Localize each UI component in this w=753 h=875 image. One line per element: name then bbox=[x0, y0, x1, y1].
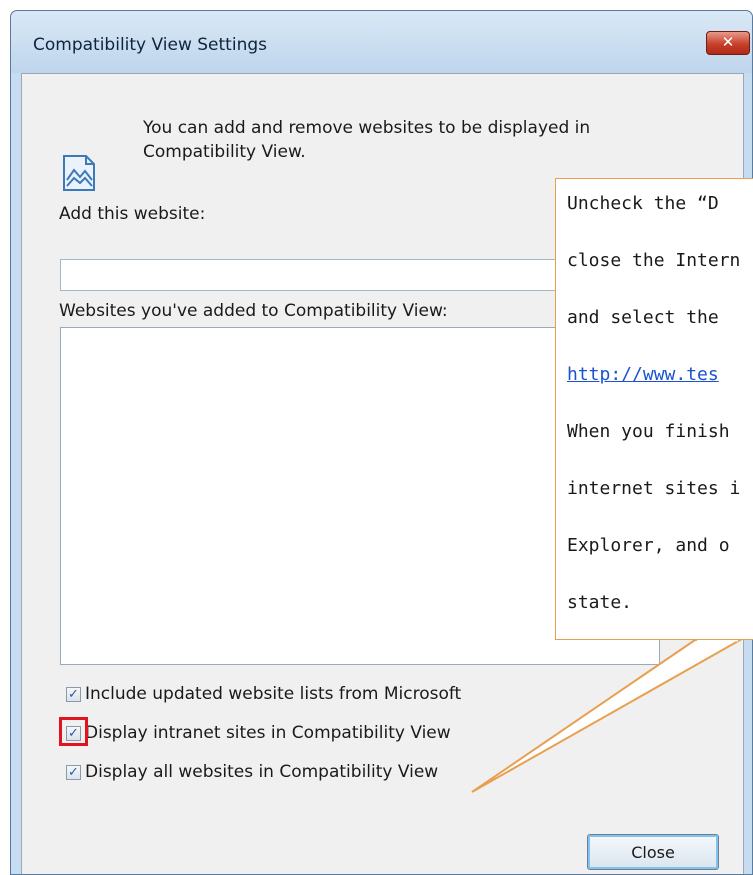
callout-line: When you finish bbox=[567, 421, 730, 442]
callout-line: Uncheck the “D bbox=[567, 193, 719, 214]
callout-line: and select the bbox=[567, 307, 719, 328]
callout-link[interactable]: http://www.tes bbox=[567, 364, 719, 385]
callout-line: internet sites i bbox=[567, 478, 741, 499]
instruction-callout: Uncheck the “D close the Intern and sele… bbox=[555, 178, 753, 640]
callout-line: close the Intern bbox=[567, 250, 741, 271]
callout-line: Explorer, and o bbox=[567, 535, 730, 556]
callout-line: state. bbox=[567, 592, 633, 613]
